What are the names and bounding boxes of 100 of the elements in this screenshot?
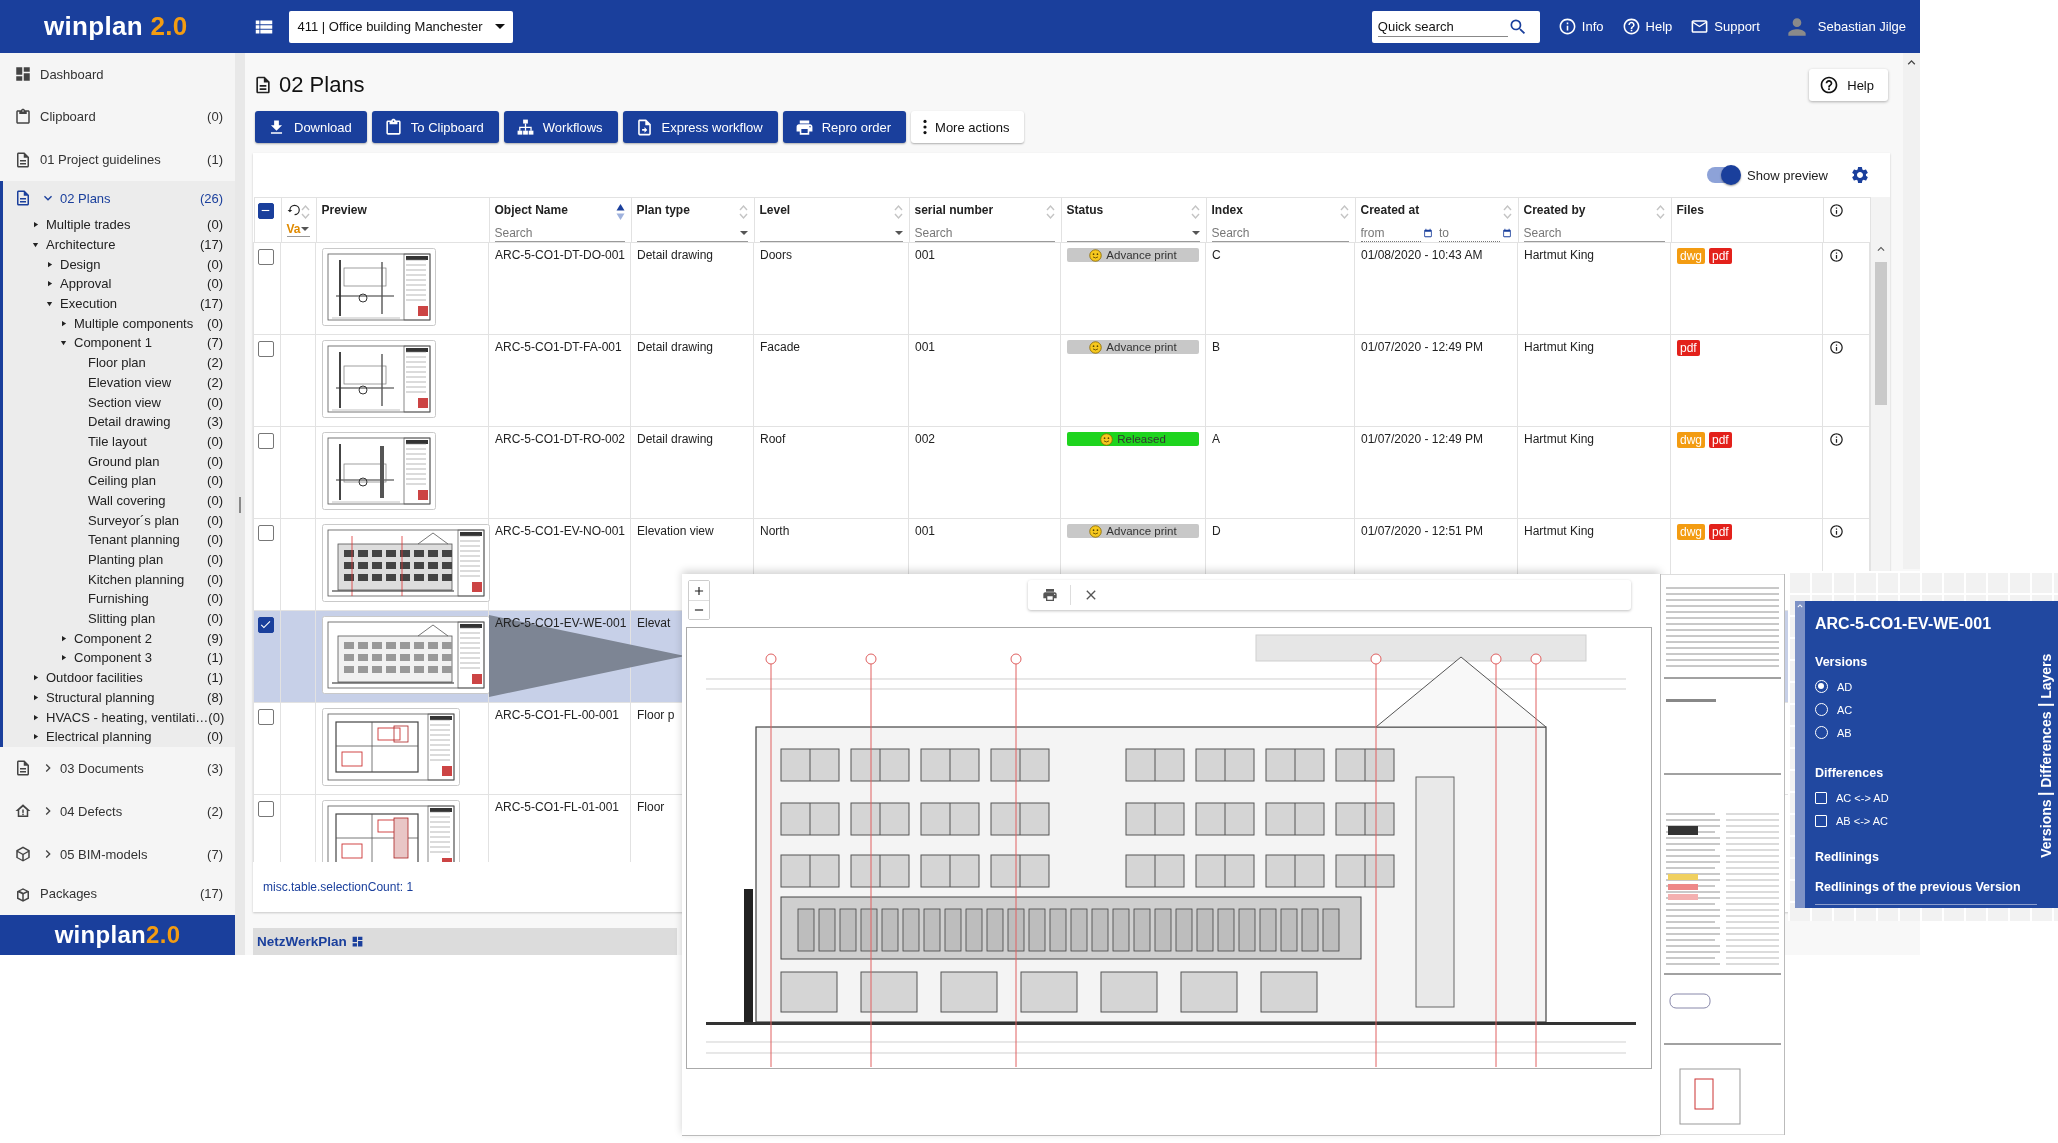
- action-button[interactable]: Download: [255, 111, 367, 143]
- scrollbar[interactable]: [1903, 53, 1920, 569]
- tree-item[interactable]: Architecture: [46, 237, 116, 253]
- sort-icon[interactable]: [615, 203, 625, 221]
- nav-item[interactable]: 03 Documents: [60, 760, 144, 776]
- column-header[interactable]: Created by: [1523, 203, 1586, 217]
- package-icon: [14, 885, 32, 904]
- option-label[interactable]: AD: [1837, 680, 1853, 693]
- tree-item[interactable]: Component 2: [74, 630, 153, 646]
- header-link[interactable]: Info: [1557, 17, 1604, 36]
- header-link[interactable]: Support: [1690, 17, 1760, 36]
- tree-item[interactable]: Planting plan: [88, 552, 164, 568]
- status-label: Advance print: [1106, 525, 1177, 537]
- panel-tab[interactable]: Differences: [2038, 706, 2054, 795]
- action-button[interactable]: To Clipboard: [371, 111, 499, 143]
- item-count: (0): [207, 532, 223, 548]
- header-link[interactable]: Help: [1621, 17, 1673, 36]
- column-header[interactable]: Plan type: [636, 203, 690, 217]
- tree-item[interactable]: Section view: [88, 394, 161, 410]
- scrollbar[interactable]: [235, 53, 245, 955]
- nav-item[interactable]: Dashboard: [40, 66, 104, 82]
- option-label[interactable]: AC: [1837, 703, 1853, 716]
- option-label[interactable]: AB <-> AC: [1836, 814, 1888, 827]
- file-tag[interactable]: pdf: [1709, 248, 1732, 264]
- tree-item[interactable]: Structural planning: [46, 689, 155, 705]
- smiley-icon: [1089, 524, 1103, 538]
- item-count: (17): [199, 237, 223, 253]
- column-header[interactable]: Index: [1211, 203, 1243, 217]
- action-button[interactable]: Repro order: [782, 111, 907, 143]
- tree-item[interactable]: Approval: [60, 276, 112, 292]
- file-tag[interactable]: pdf: [1709, 524, 1732, 540]
- search-field[interactable]: Quick search: [1371, 10, 1540, 43]
- tree-item[interactable]: Slitting plan: [88, 611, 156, 627]
- printer-icon: [1042, 587, 1058, 603]
- tree-item[interactable]: Elevation view: [88, 374, 172, 390]
- action-button[interactable]: Express workflow: [622, 111, 778, 143]
- caret-icon: [894, 230, 903, 235]
- tree-item[interactable]: Tile layout: [88, 433, 147, 449]
- column-header[interactable]: Level: [759, 203, 791, 217]
- option-label[interactable]: AC <-> AD: [1836, 791, 1889, 804]
- zoom-out-button[interactable]: [689, 600, 709, 619]
- tree-item[interactable]: Tenant planning: [88, 532, 180, 548]
- tree-item[interactable]: Surveyor´s plan: [88, 512, 180, 528]
- document-icon: [14, 150, 32, 169]
- tree-item[interactable]: Ground plan: [88, 453, 160, 469]
- action-button[interactable]: More actions: [911, 111, 1025, 143]
- checkbox[interactable]: [1815, 814, 1827, 827]
- tree-item[interactable]: Multiple components: [74, 315, 194, 331]
- file-tag[interactable]: pdf: [1709, 432, 1732, 448]
- tree-item[interactable]: Component 3: [74, 650, 153, 666]
- tree-item[interactable]: Kitchen planning: [88, 571, 185, 587]
- row-checkbox[interactable]: [258, 617, 274, 633]
- tree-item[interactable]: Ceiling plan: [88, 473, 156, 489]
- tree-item[interactable]: Floor plan: [88, 355, 146, 371]
- logo[interactable]: winplan 2.0: [44, 11, 188, 42]
- help-button[interactable]: Help: [1809, 69, 1888, 101]
- column-header[interactable]: serial number: [914, 203, 994, 217]
- tree-item[interactable]: Design: [60, 256, 101, 272]
- tree-item[interactable]: Detail drawing: [88, 414, 171, 430]
- item-count: (0): [207, 473, 223, 489]
- column-header[interactable]: Created at: [1360, 203, 1420, 217]
- row-checkbox[interactable]: [258, 801, 274, 817]
- scrollbar-thumb[interactable]: [1875, 262, 1887, 405]
- nav-item[interactable]: 02 Plans: [60, 190, 111, 206]
- row-checkbox[interactable]: [258, 249, 274, 265]
- table-cell: A: [1212, 432, 1220, 446]
- tree-item[interactable]: Wall covering: [88, 492, 166, 508]
- user-name[interactable]: Sebastian Jilge: [1817, 19, 1906, 34]
- action-button[interactable]: Workflows: [503, 111, 618, 143]
- column-header[interactable]: Object Name: [494, 203, 568, 217]
- tree-item[interactable]: Execution: [60, 296, 118, 312]
- tree-item[interactable]: Furnishing: [88, 591, 149, 607]
- nav-item[interactable]: 05 BIM-models: [60, 846, 148, 862]
- tree-item[interactable]: Outdoor facilities: [46, 670, 143, 686]
- tree-item[interactable]: Multiple trades: [46, 217, 131, 233]
- tree-item[interactable]: Electrical planning: [46, 729, 152, 745]
- file-tag[interactable]: pdf: [1677, 340, 1700, 356]
- option-label[interactable]: AB: [1837, 726, 1852, 739]
- panel-tab[interactable]: Layers: [2038, 649, 2054, 707]
- logo: winplan2.0: [0, 915, 235, 955]
- nav-item[interactable]: 01 Project guidelines: [40, 152, 161, 167]
- select-all-checkbox[interactable]: [257, 203, 274, 219]
- row-checkbox[interactable]: [258, 341, 274, 357]
- nav-item[interactable]: 04 Defects: [60, 803, 123, 819]
- project-select[interactable]: 411 | Office building Manchester: [289, 10, 514, 43]
- settings-icon: [1850, 165, 1870, 185]
- tree-item[interactable]: HVACS - heating, ventilati…: [46, 709, 209, 725]
- item-count: (17): [199, 296, 223, 312]
- nav-item[interactable]: Packages: [40, 885, 98, 901]
- panel-tab[interactable]: Versions: [2038, 794, 2054, 863]
- row-checkbox[interactable]: [258, 433, 274, 449]
- scrollbar[interactable]: [1870, 197, 1890, 571]
- table-cell: ARC-5-CO1-EV-NO-001: [495, 524, 626, 538]
- checkbox[interactable]: [1815, 791, 1827, 804]
- toggle-switch[interactable]: [1707, 167, 1740, 183]
- row-checkbox[interactable]: [258, 709, 274, 725]
- nav-item[interactable]: Clipboard: [40, 109, 96, 124]
- column-header[interactable]: Status: [1066, 203, 1104, 217]
- row-checkbox[interactable]: [258, 525, 274, 541]
- tree-item[interactable]: Component 1: [74, 335, 153, 351]
